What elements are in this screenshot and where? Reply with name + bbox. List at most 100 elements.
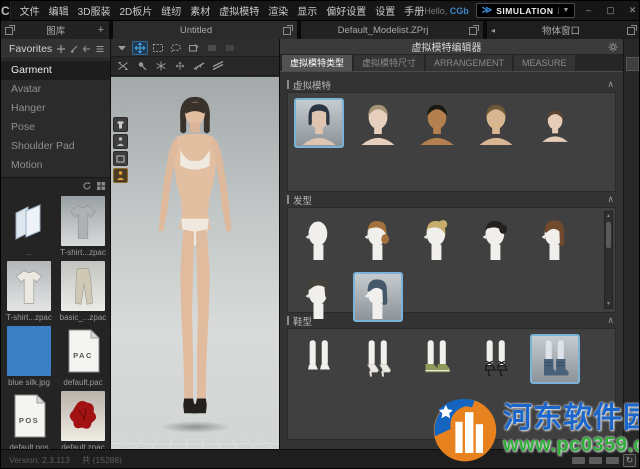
- collapsed-panel-tab[interactable]: [626, 57, 639, 71]
- library-item-thumbnail[interactable]: [61, 391, 105, 441]
- hair-bob-brown-thumbnail[interactable]: [530, 213, 580, 263]
- menu-item[interactable]: 文件: [20, 3, 40, 18]
- hair-pixie-thumbnail[interactable]: [294, 272, 344, 322]
- object-window-tab[interactable]: ◂ 物体窗口: [487, 21, 639, 39]
- library-item[interactable]: PAC default.pac: [58, 326, 108, 387]
- menu-item[interactable]: 编辑: [49, 3, 69, 18]
- shoe-sandal-thumbnail[interactable]: [471, 334, 521, 384]
- menu-item[interactable]: 2D板片: [119, 3, 152, 18]
- avatar-male-a-thumbnail[interactable]: [412, 98, 462, 148]
- show-avatar-toggle[interactable]: [113, 134, 128, 149]
- library-item[interactable]: ..: [4, 196, 54, 257]
- library-item-thumbnail[interactable]: PAC: [61, 326, 105, 376]
- hair-bald-thumbnail[interactable]: [294, 213, 344, 263]
- app-logo-icon[interactable]: C: [1, 1, 11, 21]
- add-tab-icon[interactable]: +: [98, 24, 104, 36]
- menu-item[interactable]: 手册: [404, 3, 424, 18]
- untitled-tab[interactable]: Untitled: [113, 21, 299, 39]
- sidebar-item-avatar[interactable]: Avatar: [1, 80, 110, 99]
- library-item[interactable]: basic_...zpac: [58, 261, 108, 322]
- scroll-down-icon[interactable]: ▼: [606, 300, 611, 308]
- menu-item[interactable]: 偏好设置: [326, 3, 366, 18]
- pin-tool-icon[interactable]: [134, 59, 150, 73]
- show-pose-toggle[interactable]: [113, 168, 128, 183]
- sidebar-item-hanger[interactable]: Hanger: [1, 99, 110, 118]
- library-item-thumbnail[interactable]: [61, 261, 105, 311]
- simulation-dropdown-caret[interactable]: ▼: [557, 7, 569, 14]
- collapse-chevron-icon[interactable]: ∧: [607, 194, 616, 205]
- hair-bun-thumbnail[interactable]: [412, 213, 462, 263]
- library-item[interactable]: blue silk.jpg: [4, 326, 54, 387]
- hair-ponytail-thumbnail[interactable]: [353, 213, 403, 263]
- gear-icon[interactable]: [608, 42, 618, 52]
- close-button[interactable]: ✕: [626, 5, 638, 16]
- show-arrangement-toggle[interactable]: [113, 151, 128, 166]
- editor-tab[interactable]: ARRANGEMENT: [426, 55, 513, 71]
- menu-item[interactable]: 渲染: [268, 3, 288, 18]
- avatar-male-b-thumbnail[interactable]: [471, 98, 521, 148]
- avatar-female-a-thumbnail[interactable]: [294, 98, 344, 148]
- lasso-select-icon[interactable]: [168, 41, 184, 55]
- shoe-sneaker-thumbnail[interactable]: [412, 334, 462, 384]
- list-menu-icon[interactable]: [95, 44, 105, 54]
- refresh-icon[interactable]: ↻: [623, 453, 636, 467]
- library-item[interactable]: T-shirt...zpac: [58, 196, 108, 257]
- menu-item[interactable]: 显示: [297, 3, 317, 18]
- sidebar-item-garment[interactable]: Garment: [1, 61, 110, 80]
- menu-item[interactable]: 素材: [190, 3, 210, 18]
- sidebar-item-pose[interactable]: Pose: [1, 118, 110, 137]
- rectangle-select-icon[interactable]: [150, 41, 166, 55]
- library-item[interactable]: T-shirt...zpac: [4, 261, 54, 322]
- library-item-thumbnail[interactable]: [7, 326, 51, 376]
- library-item-thumbnail[interactable]: [7, 196, 51, 246]
- measure-line-tool-icon[interactable]: [191, 59, 207, 73]
- add-favorite-icon[interactable]: [56, 44, 66, 54]
- maximize-button[interactable]: ▢: [604, 5, 616, 16]
- greeting-user[interactable]: CGb: [450, 6, 469, 16]
- hair-bob-blue-thumbnail[interactable]: [353, 272, 403, 322]
- popout-icon[interactable]: [5, 25, 15, 35]
- measure-double-tool-icon[interactable]: [210, 59, 226, 73]
- library-item-thumbnail[interactable]: [7, 261, 51, 311]
- tool-dim-2-icon[interactable]: [222, 41, 238, 55]
- menu-item[interactable]: 虚拟模特: [219, 3, 259, 18]
- untangle-tool-icon[interactable]: [115, 59, 131, 73]
- scrollbar-thumb[interactable]: [606, 222, 611, 248]
- refresh-library-icon[interactable]: [82, 181, 92, 191]
- select-move-icon[interactable]: [132, 40, 148, 55]
- gizmo-tool-icon[interactable]: [172, 59, 188, 73]
- simulation-button[interactable]: ≫ SIMULATION ▼: [475, 3, 576, 18]
- library-item[interactable]: POS default.pos: [4, 391, 54, 452]
- library-item-thumbnail[interactable]: POS: [7, 391, 51, 441]
- move-favorite-icon[interactable]: [82, 44, 92, 54]
- shoe-boot-thumbnail[interactable]: [530, 334, 580, 384]
- editor-tab[interactable]: 虚拟模特类型: [282, 55, 353, 71]
- popout-icon[interactable]: [627, 25, 637, 35]
- library-item[interactable]: default.zpac: [58, 391, 108, 452]
- edit-favorite-icon[interactable]: [69, 44, 79, 54]
- scroll-left-icon[interactable]: ◂: [491, 26, 495, 35]
- mesh-select-icon[interactable]: [186, 41, 202, 55]
- menu-item[interactable]: 缝纫: [161, 3, 181, 18]
- hair-updo-thumbnail[interactable]: [471, 213, 521, 263]
- menu-item[interactable]: 设置: [375, 3, 395, 18]
- sidebar-item-motion[interactable]: Motion: [1, 156, 110, 175]
- avatar-child-thumbnail[interactable]: [530, 98, 580, 148]
- scroll-up-icon[interactable]: ▲: [606, 212, 611, 220]
- avatar-female-b-thumbnail[interactable]: [353, 98, 403, 148]
- view-mode-icon[interactable]: [96, 181, 106, 191]
- minimize-button[interactable]: –: [582, 5, 594, 16]
- menu-item[interactable]: 3D服装: [78, 3, 111, 18]
- library-item-thumbnail[interactable]: [61, 196, 105, 246]
- tool-dim-1-icon[interactable]: [204, 41, 220, 55]
- freeze-tool-icon[interactable]: [153, 59, 169, 73]
- editor-footer-checkbox[interactable]: [448, 434, 457, 443]
- shoe-bare-thumbnail[interactable]: [294, 334, 344, 384]
- collapse-chevron-icon[interactable]: ∧: [607, 315, 616, 326]
- viewport-canvas[interactable]: [111, 77, 279, 449]
- sidebar-item-shoulder-pad[interactable]: Shoulder Pad: [1, 137, 110, 156]
- editor-tab[interactable]: 虚拟模特尺寸: [354, 55, 425, 71]
- project-tab[interactable]: Default_Modelist.ZPrj: [301, 21, 485, 39]
- shoe-heel-thumbnail[interactable]: [353, 334, 403, 384]
- library-tab[interactable]: 图库 +: [1, 21, 111, 39]
